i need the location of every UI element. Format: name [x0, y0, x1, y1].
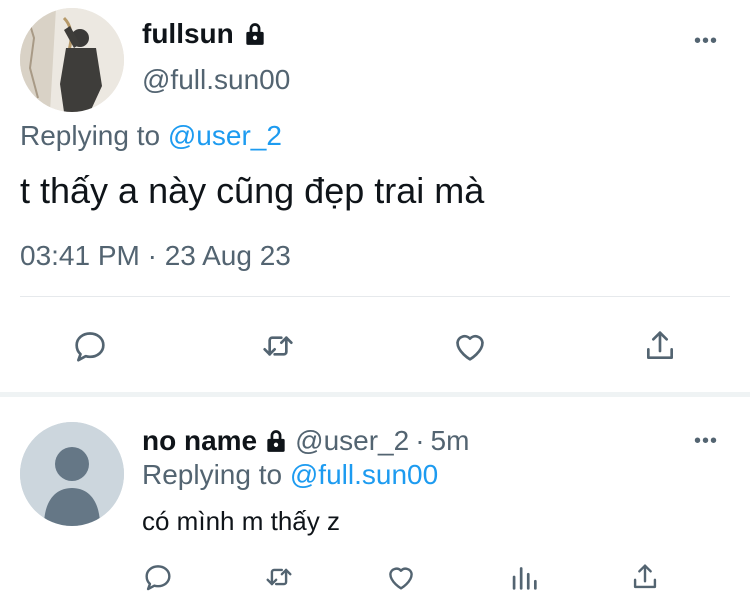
share-icon: [633, 564, 657, 589]
share-button[interactable]: [640, 326, 680, 366]
retweet-button[interactable]: [258, 326, 298, 366]
like-icon: [456, 334, 484, 361]
display-name[interactable]: no name: [142, 425, 257, 457]
replying-prefix: Replying to: [20, 120, 161, 151]
handle[interactable]: @user_2: [295, 425, 409, 457]
replying-prefix: Replying to: [142, 459, 283, 490]
replying-to: Replying to @full.sun00: [142, 459, 438, 491]
share-icon: [647, 331, 673, 359]
reply-button[interactable]: [70, 326, 110, 366]
like-button[interactable]: [384, 560, 418, 594]
relative-time[interactable]: 5m: [431, 425, 470, 457]
retweet-button[interactable]: [262, 560, 296, 594]
tweet-text: có mình m thấy z: [142, 506, 340, 536]
display-name[interactable]: fullsun: [142, 18, 268, 50]
handle[interactable]: @full.sun00: [142, 64, 290, 96]
avatar[interactable]: [20, 422, 124, 526]
reply-icon: [145, 565, 171, 591]
replying-to-link[interactable]: @user_2: [168, 120, 282, 151]
more-options-icon[interactable]: •••: [694, 30, 718, 53]
replying-to: Replying to @user_2: [20, 120, 282, 152]
lock-icon: [267, 430, 285, 452]
more-options-icon[interactable]: •••: [694, 430, 718, 453]
reply-icon: [75, 332, 105, 362]
analytics-icon: [512, 567, 537, 590]
like-button[interactable]: [450, 326, 490, 366]
retweet-icon: [263, 336, 293, 356]
analytics-button[interactable]: [507, 560, 541, 594]
timestamp[interactable]: 03:41 PM · 23 Aug 23: [20, 240, 291, 272]
profile-photo: [20, 8, 124, 112]
lock-icon: [246, 23, 264, 45]
replying-to-link[interactable]: @full.sun00: [290, 459, 438, 490]
retweet-icon: [266, 568, 292, 586]
share-button[interactable]: [628, 560, 662, 594]
reply-button[interactable]: [141, 560, 175, 594]
avatar[interactable]: [20, 8, 124, 112]
default-avatar-icon: [20, 422, 124, 526]
display-name-text: fullsun: [142, 18, 234, 49]
separator: ·: [415, 425, 425, 456]
tweet-text: t thấy a này cũng đẹp trai mà: [20, 170, 485, 211]
divider: [20, 296, 730, 297]
reply-header: no name @user_2 · 5m: [142, 425, 469, 457]
like-icon: [389, 567, 413, 590]
section-separator: [0, 392, 750, 397]
